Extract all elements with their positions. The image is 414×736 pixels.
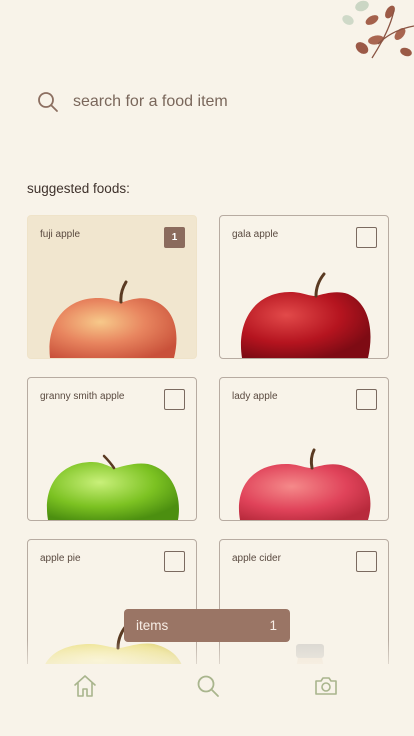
leaves-decoration [342,0,414,59]
granny-smith-apple-image [46,454,179,520]
food-select-checkbox[interactable] [356,551,377,572]
food-card-label: apple pie [40,553,81,564]
food-select-checkbox[interactable]: 1 [164,227,185,248]
food-select-checkbox[interactable] [164,389,185,410]
items-label: items [136,618,169,633]
food-card-label: lady apple [232,391,278,402]
food-card-label: gala apple [232,229,279,240]
search-icon [38,92,58,112]
food-card-label: apple cider [232,553,281,564]
search-input[interactable] [73,93,353,111]
search-icon[interactable] [195,673,221,699]
home-icon[interactable] [72,673,98,699]
camera-icon[interactable] [313,673,339,699]
food-card-fuji-apple[interactable]: fuji apple 1 [27,215,197,359]
items-count: 1 [269,618,277,633]
lady-apple-image [238,448,371,520]
gala-apple-image [240,272,371,358]
food-card-granny-smith-apple[interactable]: granny smith apple [27,377,197,521]
food-select-checkbox[interactable] [356,389,377,410]
suggested-foods-heading: suggested foods: [27,181,130,196]
food-select-checkbox[interactable] [356,227,377,248]
food-select-checkbox[interactable] [164,551,185,572]
food-card-label: fuji apple [40,229,81,240]
food-card-gala-apple[interactable]: gala apple [219,215,389,359]
selected-count: 1 [171,232,178,243]
food-card-label: granny smith apple [40,391,125,402]
search-bar[interactable] [36,88,376,116]
selected-items-bar[interactable]: items 1 [124,609,290,642]
fuji-apple-image [49,280,177,358]
food-card-lady-apple[interactable]: lady apple [219,377,389,521]
